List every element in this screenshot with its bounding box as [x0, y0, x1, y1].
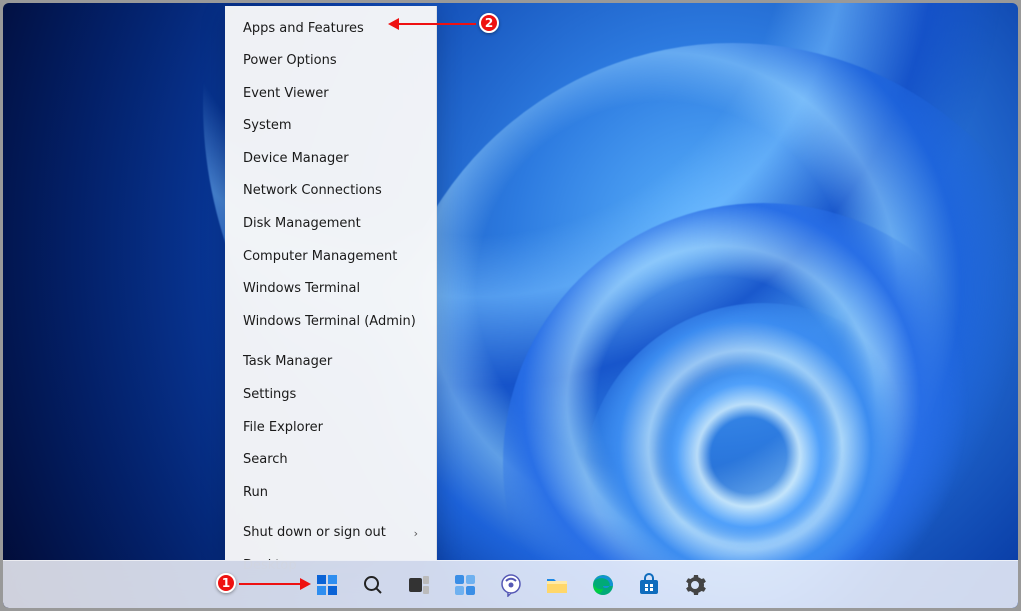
menu-item-label: Search [243, 452, 288, 468]
chat-button[interactable] [491, 565, 531, 605]
menu-item-label: Windows Terminal (Admin) [243, 314, 416, 330]
file-explorer-button[interactable] [537, 565, 577, 605]
menu-item-label: Apps and Features [243, 21, 364, 37]
menu-windows-terminal-admin[interactable]: Windows Terminal (Admin) [225, 305, 436, 338]
wallpaper-decoration [643, 363, 863, 583]
menu-task-manager[interactable]: Task Manager [225, 346, 436, 379]
menu-apps-and-features[interactable]: Apps and Features [225, 12, 436, 45]
menu-disk-management[interactable]: Disk Management [225, 208, 436, 241]
menu-item-label: Device Manager [243, 151, 349, 167]
widgets-button[interactable] [445, 565, 485, 605]
menu-windows-terminal[interactable]: Windows Terminal [225, 273, 436, 306]
menu-item-label: Shut down or sign out [243, 525, 386, 541]
menu-search[interactable]: Search [225, 444, 436, 477]
annotation-arrow-1 [239, 583, 301, 585]
chevron-right-icon: › [414, 527, 418, 540]
annotation-badge-2-label: 2 [485, 16, 493, 30]
edge-icon [591, 573, 615, 597]
edge-button[interactable] [583, 565, 623, 605]
desktop-wallpaper[interactable]: Apps and Features Power Options Event View… [3, 3, 1018, 608]
annotation-badge-1: 1 [216, 573, 236, 593]
menu-shutdown-submenu[interactable]: Shut down or sign out › [225, 517, 436, 550]
menu-power-options[interactable]: Power Options [225, 45, 436, 78]
search-icon [361, 573, 385, 597]
menu-device-manager[interactable]: Device Manager [225, 142, 436, 175]
search-button[interactable] [353, 565, 393, 605]
start-icon [315, 573, 339, 597]
annotation-badge-1-label: 1 [222, 576, 230, 590]
menu-file-explorer[interactable]: File Explorer [225, 411, 436, 444]
start-button[interactable] [307, 565, 347, 605]
menu-item-label: Power Options [243, 53, 337, 69]
taskbar [3, 560, 1018, 608]
chat-icon [499, 573, 523, 597]
annotation-arrow-2 [398, 23, 476, 25]
menu-event-viewer[interactable]: Event Viewer [225, 77, 436, 110]
gear-icon [683, 573, 707, 597]
annotation-badge-2: 2 [479, 13, 499, 33]
explorer-icon [545, 573, 569, 597]
menu-item-label: Run [243, 485, 268, 501]
menu-item-label: File Explorer [243, 420, 323, 436]
winx-context-menu: Apps and Features Power Options Event View… [225, 6, 437, 560]
menu-computer-management[interactable]: Computer Management [225, 240, 436, 273]
menu-item-label: Task Manager [243, 354, 332, 370]
menu-settings[interactable]: Settings [225, 379, 436, 412]
widgets-icon [453, 573, 477, 597]
screen: Apps and Features Power Options Event View… [0, 0, 1021, 611]
menu-network-connections[interactable]: Network Connections [225, 175, 436, 208]
menu-item-label: Network Connections [243, 183, 382, 199]
taskview-icon [407, 573, 431, 597]
menu-item-label: Disk Management [243, 216, 361, 232]
menu-item-label: Windows Terminal [243, 281, 360, 297]
menu-system[interactable]: System [225, 110, 436, 143]
menu-item-label: Event Viewer [243, 86, 329, 102]
menu-item-label: Settings [243, 387, 296, 403]
settings-app-button[interactable] [675, 565, 715, 605]
menu-item-label: System [243, 118, 291, 134]
store-icon [637, 573, 661, 597]
task-view-button[interactable] [399, 565, 439, 605]
menu-item-label: Computer Management [243, 249, 397, 265]
store-button[interactable] [629, 565, 669, 605]
menu-run[interactable]: Run [225, 476, 436, 509]
